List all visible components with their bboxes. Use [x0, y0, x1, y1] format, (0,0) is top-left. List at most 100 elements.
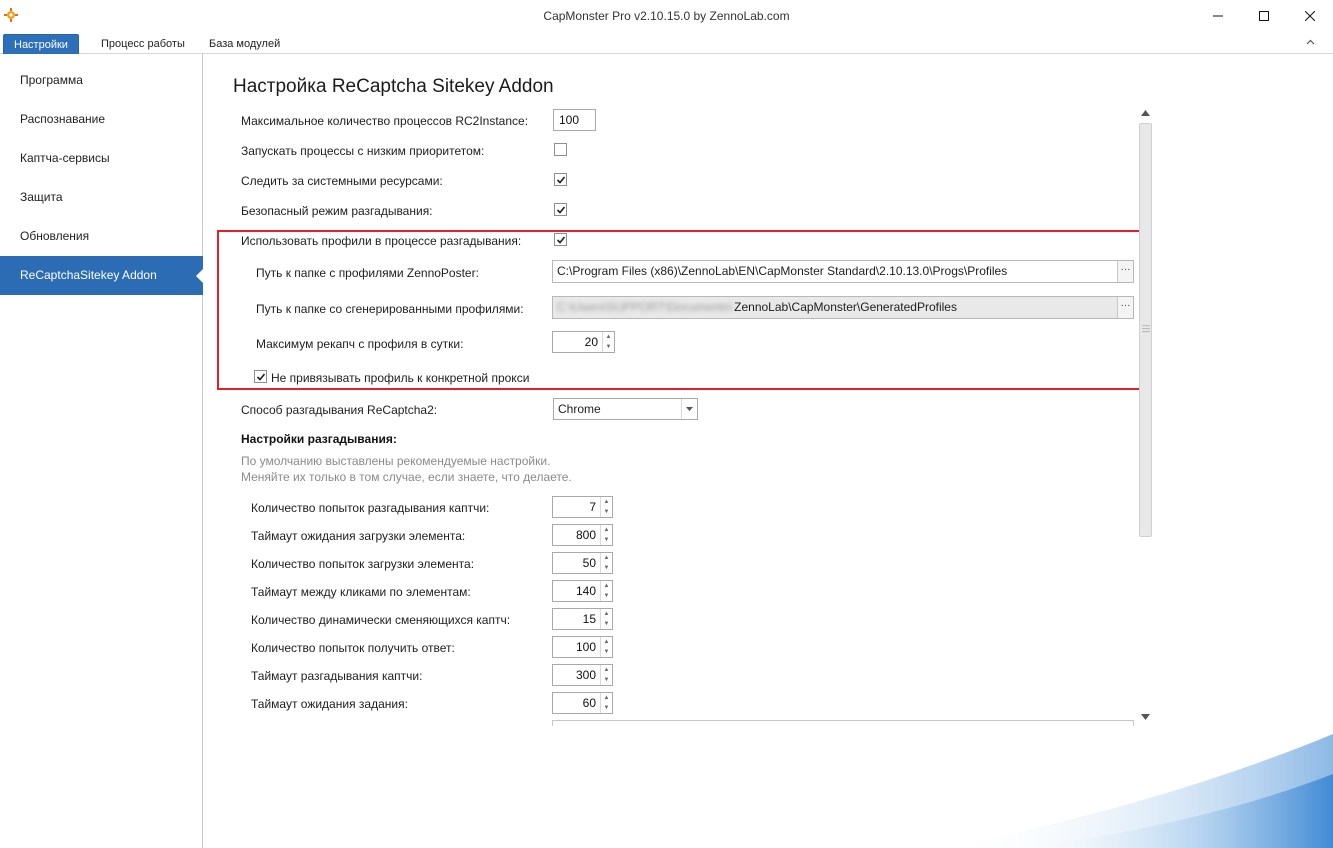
element-load-attempts-label: Количество попыток загрузки элемента:: [251, 557, 475, 571]
solve-settings-heading: Настройки разгадывания:: [241, 432, 397, 446]
up-arrow-icon[interactable]: ▲: [601, 609, 612, 619]
up-arrow-icon[interactable]: ▲: [601, 665, 612, 675]
stepper-arrows[interactable]: ▲ ▼: [600, 497, 612, 517]
generated-path-value: ZennoLab\CapMonster\GeneratedProfiles: [734, 300, 957, 314]
decorative-swoosh: [944, 734, 1333, 848]
sidebar-item-captcha-services[interactable]: Каптча-сервисы: [0, 139, 203, 178]
dropdown-button[interactable]: [681, 399, 697, 419]
settings-panel: Настройка ReCaptcha Sitekey Addon Максим…: [204, 54, 1333, 848]
stepper-value: 800: [575, 528, 596, 542]
stepper-value: 15: [582, 612, 596, 626]
browse-generated-button[interactable]: ···: [1117, 297, 1133, 318]
up-arrow-icon[interactable]: ▲: [601, 525, 612, 535]
profiles-path-label: Путь к папке с профилями ZennoPoster:: [256, 266, 479, 280]
stepper-value: 140: [575, 584, 596, 598]
generated-path-input[interactable]: C:\Users\SUPPORT\Documents\ ZennoLab\CapM…: [552, 296, 1134, 319]
stepper-value: 100: [575, 640, 596, 654]
use-profiles-label: Использовать профили в процессе разгадыв…: [241, 234, 522, 248]
up-arrow-icon[interactable]: ▲: [601, 581, 612, 591]
browse-profiles-button[interactable]: ···: [1117, 261, 1133, 282]
sidebar-item-protection[interactable]: Защита: [0, 178, 203, 217]
close-icon: [1305, 11, 1315, 21]
click-timeout-stepper[interactable]: 140 ▲ ▼: [552, 580, 613, 602]
low-priority-checkbox[interactable]: [554, 143, 567, 156]
stepper-value: 7: [589, 500, 596, 514]
sidebar-item-recognition[interactable]: Распознавание: [0, 100, 203, 139]
stepper-arrows[interactable]: ▲ ▼: [602, 332, 614, 352]
stepper-value: 50: [582, 556, 596, 570]
settings-sidebar: Программа Распознавание Каптча-сервисы З…: [0, 54, 204, 848]
page-title: Настройка ReCaptcha Sitekey Addon: [233, 76, 554, 97]
answer-attempts-label: Количество попыток получить ответ:: [251, 641, 455, 655]
up-arrow-icon[interactable]: ▲: [601, 693, 612, 703]
down-arrow-icon[interactable]: ▼: [601, 507, 612, 517]
down-arrow-icon[interactable]: ▼: [601, 591, 612, 601]
minimize-icon: [1213, 15, 1223, 17]
stepper-arrows[interactable]: ▲ ▼: [600, 637, 612, 657]
use-profiles-checkbox[interactable]: [554, 233, 567, 246]
down-arrow-icon[interactable]: ▼: [601, 535, 612, 545]
down-arrow-icon[interactable]: ▼: [601, 703, 612, 713]
minimize-button[interactable]: [1195, 0, 1241, 32]
dynamic-captchas-label: Количество динамически сменяющихся каптч…: [251, 613, 511, 627]
profiles-path-value: C:\Program Files (x86)\ZennoLab\EN\CapMo…: [557, 264, 1008, 278]
task-timeout-label: Таймаут ожидания задания:: [251, 697, 408, 711]
solve-method-select[interactable]: Chrome: [553, 398, 698, 420]
monitor-resources-checkbox[interactable]: [554, 173, 567, 186]
checkmark-icon: [556, 175, 565, 184]
checkmark-icon: [256, 372, 265, 381]
safe-mode-checkbox[interactable]: [554, 203, 567, 216]
answer-attempts-stepper[interactable]: 100 ▲ ▼: [552, 636, 613, 658]
down-arrow-icon[interactable]: ▼: [601, 563, 612, 573]
close-button[interactable]: [1287, 0, 1333, 32]
task-timeout-stepper[interactable]: 60 ▲ ▼: [552, 692, 613, 714]
max-processes-input[interactable]: 100: [553, 109, 596, 131]
stepper-arrows[interactable]: ▲ ▼: [600, 693, 612, 713]
up-arrow-icon[interactable]: ▲: [603, 332, 614, 342]
dynamic-captchas-stepper[interactable]: 15 ▲ ▼: [552, 608, 613, 630]
down-arrow-icon[interactable]: ▼: [601, 675, 612, 685]
sidebar-item-program[interactable]: Программа: [0, 61, 203, 100]
element-load-attempts-stepper[interactable]: 50 ▲ ▼: [552, 552, 613, 574]
stepper-arrows[interactable]: ▲ ▼: [600, 525, 612, 545]
checkmark-icon: [556, 205, 565, 214]
max-recaptchas-stepper[interactable]: 20 ▲ ▼: [552, 331, 615, 353]
max-processes-label: Максимальное количество процессов RC2Ins…: [241, 114, 529, 128]
maximize-button[interactable]: [1241, 0, 1287, 32]
stepper-arrows[interactable]: ▲ ▼: [600, 581, 612, 601]
down-arrow-icon[interactable]: ▼: [601, 619, 612, 629]
stepper-arrows[interactable]: ▲ ▼: [600, 609, 612, 629]
element-load-timeout-stepper[interactable]: 800 ▲ ▼: [552, 524, 613, 546]
collapse-ribbon-icon[interactable]: [1306, 38, 1315, 47]
stepper-value: 60: [582, 696, 596, 710]
scroll-up-icon[interactable]: [1141, 110, 1150, 116]
scroll-grip-icon: — — —: [1142, 321, 1150, 336]
down-arrow-icon[interactable]: ▼: [601, 647, 612, 657]
solve-method-value: Chrome: [558, 402, 601, 416]
captcha-attempts-stepper[interactable]: 7 ▲ ▼: [552, 496, 613, 518]
generated-path-label: Путь к папке со сгенерированными профиля…: [256, 302, 524, 316]
no-bind-proxy-checkbox[interactable]: [254, 370, 267, 383]
tab-module-base[interactable]: База модулей: [199, 34, 290, 54]
up-arrow-icon[interactable]: ▲: [601, 497, 612, 507]
tab-settings[interactable]: Настройки: [3, 34, 79, 54]
low-priority-label: Запускать процессы с низким приоритетом:: [241, 144, 485, 158]
up-arrow-icon[interactable]: ▲: [601, 637, 612, 647]
solve-method-label: Способ разгадывания ReCaptcha2:: [241, 403, 438, 417]
click-timeout-label: Таймаут между кликами по элементам:: [251, 585, 471, 599]
solve-timeout-label: Таймаут разгадывания каптчи:: [251, 669, 423, 683]
checkmark-icon: [556, 235, 565, 244]
stepper-arrows[interactable]: ▲ ▼: [600, 665, 612, 685]
captcha-attempts-label: Количество попыток разгадывания каптчи:: [251, 501, 490, 515]
stepper-arrows[interactable]: ▲ ▼: [600, 553, 612, 573]
sidebar-item-recaptcha-sitekey-addon[interactable]: ReCaptchaSitekey Addon: [0, 256, 204, 295]
down-arrow-icon[interactable]: ▼: [603, 342, 614, 352]
sidebar-item-updates[interactable]: Обновления: [0, 217, 203, 256]
stepper-value: 300: [575, 668, 596, 682]
solve-timeout-stepper[interactable]: 300 ▲ ▼: [552, 664, 613, 686]
profiles-path-input[interactable]: C:\Program Files (x86)\ZennoLab\EN\CapMo…: [552, 260, 1134, 283]
up-arrow-icon[interactable]: ▲: [601, 553, 612, 563]
tab-workflow[interactable]: Процесс работы: [91, 34, 195, 54]
ribbon-tabs: Настройки Процесс работы База модулей: [0, 32, 1333, 54]
title-bar: CapMonster Pro v2.10.15.0 by ZennoLab.co…: [0, 0, 1333, 32]
